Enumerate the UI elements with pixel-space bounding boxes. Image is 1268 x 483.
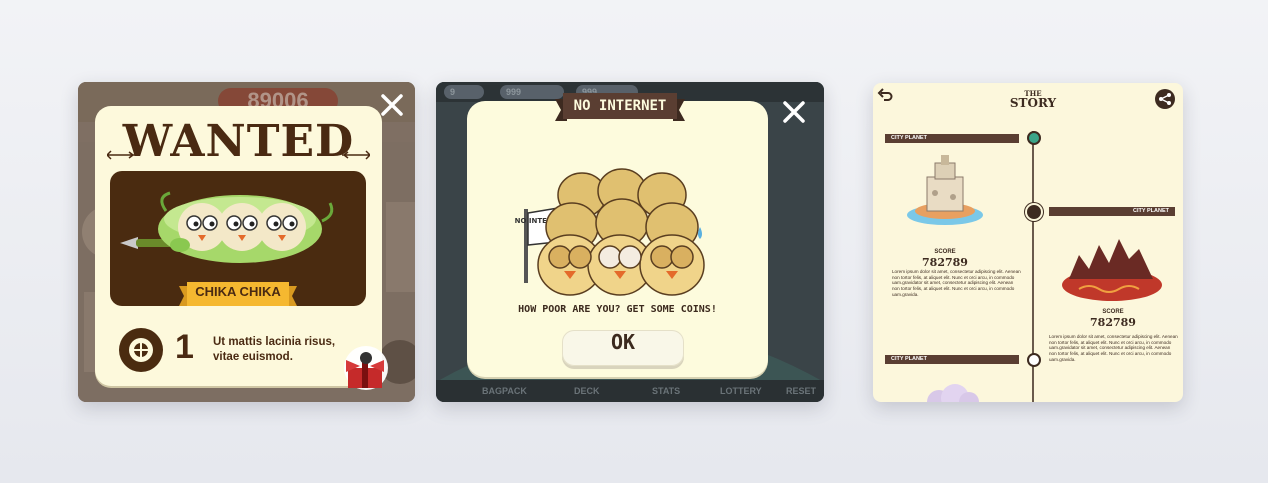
nav-deck[interactable]: DECK: [574, 386, 600, 396]
nav-reset[interactable]: RESET: [786, 386, 816, 396]
planet-label: CITY PLANET: [885, 134, 1019, 143]
bounty-coin-icon: [119, 328, 163, 372]
nav-lottery[interactable]: LOTTERY: [720, 386, 762, 396]
planet-label: CITY PLANET: [1049, 207, 1175, 216]
score-value: 782789: [1090, 316, 1136, 329]
wanted-poster: WANTED CHIKA CHIKA 1 Ut mattis lacinia r…: [95, 106, 382, 386]
nav-bagpack[interactable]: BAGPACK: [482, 386, 527, 396]
share-icon: [1159, 93, 1171, 105]
score-value: 782789: [922, 256, 968, 269]
timeline-node[interactable]: [1027, 205, 1041, 219]
story-title: STORY: [1009, 96, 1057, 110]
score-label: SCORE: [934, 249, 956, 255]
character-name: CHIKA CHIKA: [195, 284, 281, 299]
dialog-title: NO INTERNET: [573, 98, 667, 114]
chick-crowd-icon: NO INTERNET!!!: [515, 168, 705, 296]
cloud-planet-icon: [927, 384, 979, 402]
nav-stats[interactable]: STATS: [652, 386, 680, 396]
story-screen: THE STORY CITY PLANET SCORE 782789 Lorem…: [873, 83, 1183, 402]
entry-description: Lorem ipsum dolor sit amet, consectetur …: [1049, 334, 1178, 362]
gift-box-icon[interactable]: [340, 344, 388, 394]
ok-button[interactable]: OK: [562, 330, 684, 366]
wanted-screen: 89006 WANTED CHIKA CHIKA 1 Ut mattis lac…: [78, 82, 415, 402]
dialog-message: HOW POOR ARE YOU? GET SOME COINS!: [518, 304, 717, 315]
planet-label-text: CITY PLANET: [891, 135, 927, 141]
score-label: SCORE: [1102, 309, 1124, 315]
entry-description: Lorem ipsum dolor sit amet, consectetur …: [892, 269, 1021, 297]
bounty-count: 1: [175, 328, 194, 366]
timeline-node[interactable]: [1027, 353, 1041, 367]
planet-label-text: CITY PLANET: [1133, 208, 1169, 214]
wanted-title: WANTED: [122, 116, 355, 167]
bounty-description: Ut mattis lacinia risus, vitae euismod.: [213, 336, 336, 363]
close-icon[interactable]: [780, 98, 808, 126]
timeline-node-active[interactable]: [1027, 131, 1041, 145]
arrow-decoration-icon: [107, 150, 135, 160]
planet-label-text: CITY PLANET: [891, 356, 927, 362]
city-planet-island-icon: [907, 155, 983, 225]
arrow-decoration-icon: [342, 150, 370, 160]
lava-planet-island-icon: [1062, 239, 1162, 301]
share-button[interactable]: [1155, 89, 1175, 109]
resource-pill-lives: 9: [444, 85, 484, 99]
no-internet-screen: 9 999 999 BAGPACK DECK STATS LOTTERY RES…: [436, 82, 824, 402]
no-internet-dialog: NO INTERNET NO INTERNET!!!: [467, 93, 768, 377]
planet-label: CITY PLANET: [885, 355, 1019, 364]
